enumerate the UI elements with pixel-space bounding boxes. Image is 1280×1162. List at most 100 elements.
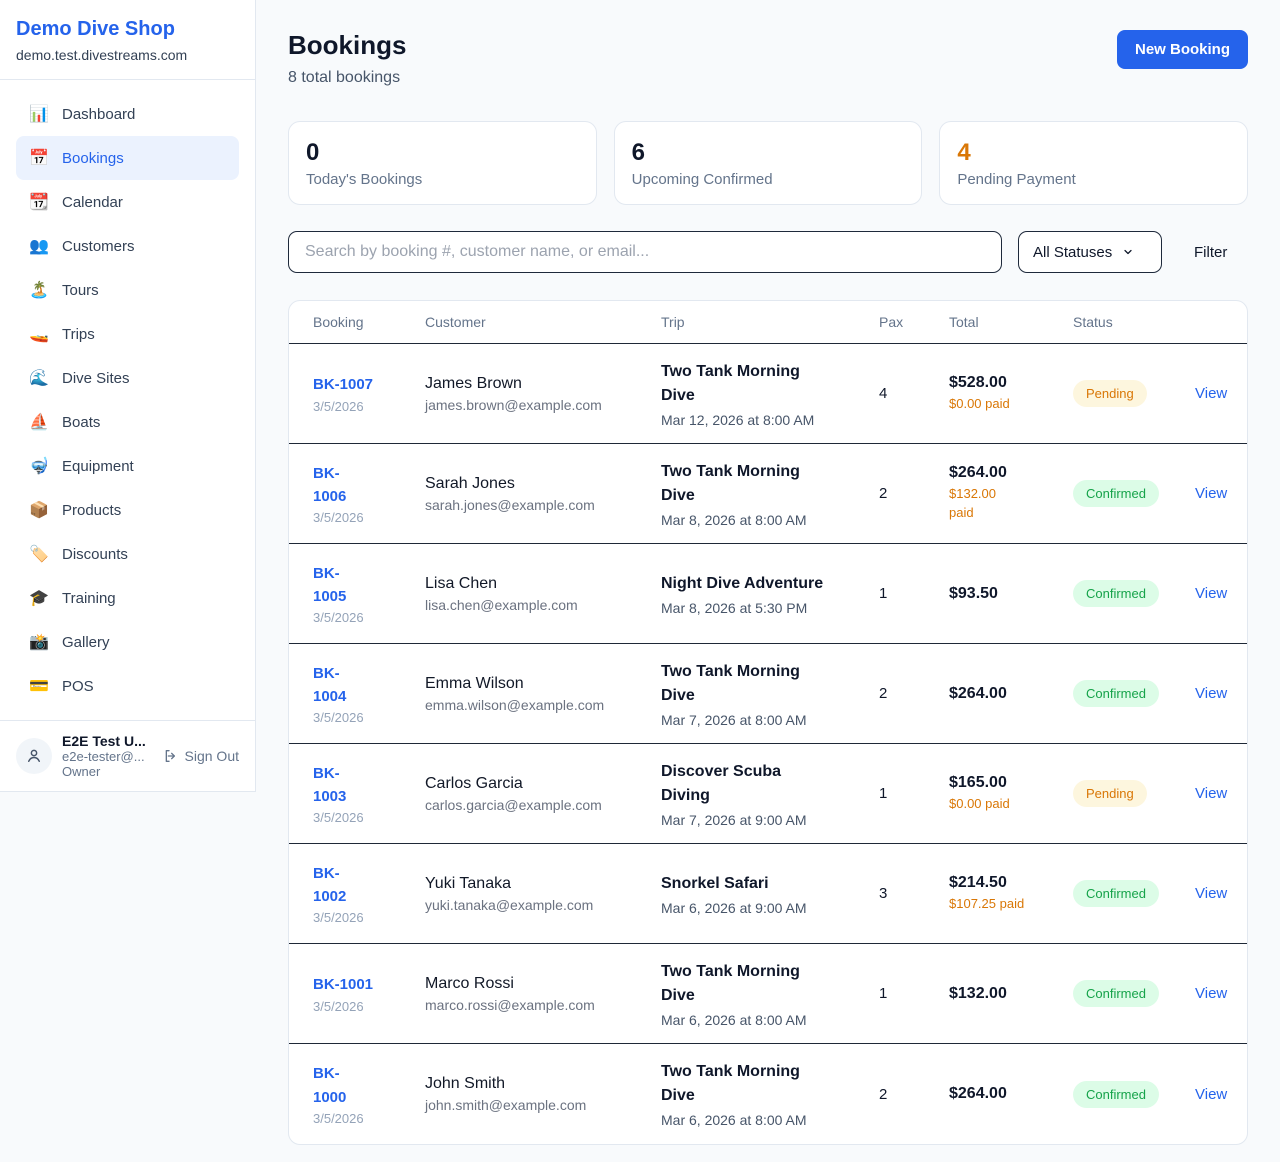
table-header-row: Booking Customer Trip Pax Total Status <box>289 301 1247 344</box>
sidebar-item-label: Dive Sites <box>62 370 130 387</box>
customer-email: yuki.tanaka@example.com <box>425 897 661 913</box>
pax-count: 1 <box>879 785 949 802</box>
island-icon: 🏝️ <box>28 280 50 300</box>
sidebar-item-equipment[interactable]: 🤿 Equipment <box>16 444 239 488</box>
stat-label: Pending Payment <box>957 171 1230 188</box>
stat-label: Upcoming Confirmed <box>632 171 905 188</box>
status-filter-select[interactable]: All Statuses <box>1018 231 1162 273</box>
sidebar-item-label: Boats <box>62 414 100 431</box>
filter-button[interactable]: Filter <box>1194 244 1227 261</box>
status-badge: Confirmed <box>1073 1081 1159 1108</box>
customer-name: Carlos Garcia <box>425 775 661 793</box>
new-booking-button[interactable]: New Booking <box>1117 30 1248 69</box>
stat-value: 6 <box>632 139 905 167</box>
table-row: BK-1003 3/5/2026 Carlos Garcia carlos.ga… <box>289 744 1247 844</box>
sidebar-item-boats[interactable]: ⛵ Boats <box>16 400 239 444</box>
people-icon: 👥 <box>28 236 50 256</box>
sidebar-item-products[interactable]: 📦 Products <box>16 488 239 532</box>
sidebar: Demo Dive Shop demo.test.divestreams.com… <box>0 0 256 792</box>
booking-id-link[interactable]: BK-1004 <box>313 662 359 709</box>
sidebar-item-discounts[interactable]: 🏷️ Discounts <box>16 532 239 576</box>
booking-id-link[interactable]: BK-1000 <box>313 1062 359 1109</box>
total-amount: $528.00 <box>949 374 1073 392</box>
paid-amount: $0.00 paid <box>949 395 1073 414</box>
view-link[interactable]: View <box>1183 985 1227 1002</box>
booking-id-link[interactable]: BK-1007 <box>313 373 425 396</box>
sidebar-item-tours[interactable]: 🏝️ Tours <box>16 268 239 312</box>
column-header-trip: Trip <box>661 314 879 330</box>
customer-name: Sarah Jones <box>425 475 661 493</box>
view-link[interactable]: View <box>1183 485 1227 502</box>
view-link[interactable]: View <box>1183 885 1227 902</box>
total-amount: $165.00 <box>949 774 1073 792</box>
sidebar-item-calendar[interactable]: 📆 Calendar <box>16 180 239 224</box>
customer-name: Lisa Chen <box>425 575 661 593</box>
booking-id-link[interactable]: BK-1003 <box>313 762 359 809</box>
customer-email: sarah.jones@example.com <box>425 497 661 513</box>
sidebar-item-label: Gallery <box>62 634 110 651</box>
booking-id-link[interactable]: BK-1001 <box>313 973 425 996</box>
view-link[interactable]: View <box>1183 585 1227 602</box>
trip-name: Two Tank Morning Dive <box>661 460 829 508</box>
sign-out-label: Sign Out <box>185 748 239 764</box>
booking-id-link[interactable]: BK-1006 <box>313 462 359 509</box>
customer-name: John Smith <box>425 1075 661 1093</box>
user-role: Owner <box>62 764 153 779</box>
view-link[interactable]: View <box>1183 385 1227 402</box>
total-amount: $93.50 <box>949 585 1073 603</box>
sidebar-item-label: Tours <box>62 282 99 299</box>
trip-name: Snorkel Safari <box>661 872 829 896</box>
trip-name: Two Tank Morning Dive <box>661 1060 829 1108</box>
trip-name: Two Tank Morning Dive <box>661 660 829 708</box>
credit-card-icon: 💳 <box>28 676 50 696</box>
view-link[interactable]: View <box>1183 685 1227 702</box>
booking-date: 3/5/2026 <box>313 399 425 414</box>
shop-title: Demo Dive Shop <box>16 18 239 41</box>
sidebar-item-training[interactable]: 🎓 Training <box>16 576 239 620</box>
booking-id-link[interactable]: BK-1005 <box>313 562 359 609</box>
stat-card-pending-payment: 4 Pending Payment <box>939 121 1248 205</box>
customer-email: marco.rossi@example.com <box>425 997 661 1013</box>
customer-name: James Brown <box>425 375 661 393</box>
tag-icon: 🏷️ <box>28 544 50 564</box>
sidebar-item-label: Dashboard <box>62 106 135 123</box>
status-badge: Confirmed <box>1073 880 1159 907</box>
customer-name: Emma Wilson <box>425 675 661 693</box>
total-amount: $264.00 <box>949 464 1073 482</box>
stats-row: 0 Today's Bookings 6 Upcoming Confirmed … <box>288 121 1248 205</box>
booking-id-link[interactable]: BK-1002 <box>313 862 359 909</box>
status-badge: Confirmed <box>1073 980 1159 1007</box>
view-link[interactable]: View <box>1183 785 1227 802</box>
page-subtitle: 8 total bookings <box>288 69 406 87</box>
column-header-booking: Booking <box>313 314 425 330</box>
view-link[interactable]: View <box>1183 1086 1227 1103</box>
sidebar-item-customers[interactable]: 👥 Customers <box>16 224 239 268</box>
sidebar-item-trips[interactable]: 🚤 Trips <box>16 312 239 356</box>
trip-datetime: Mar 7, 2026 at 8:00 AM <box>661 712 879 728</box>
customer-email: john.smith@example.com <box>425 1097 661 1113</box>
sidebar-item-label: POS <box>62 678 94 695</box>
sidebar-item-label: Calendar <box>62 194 123 211</box>
pax-count: 2 <box>879 485 949 502</box>
search-input[interactable] <box>288 231 1002 273</box>
sign-out-button[interactable]: Sign Out <box>163 748 239 764</box>
trip-datetime: Mar 6, 2026 at 8:00 AM <box>661 1112 879 1128</box>
status-badge: Confirmed <box>1073 480 1159 507</box>
trip-datetime: Mar 7, 2026 at 9:00 AM <box>661 812 879 828</box>
sidebar-header: Demo Dive Shop demo.test.divestreams.com <box>0 0 255 80</box>
bar-chart-icon: 📊 <box>28 104 50 124</box>
sidebar-item-bookings[interactable]: 📅 Bookings <box>16 136 239 180</box>
user-email: e2e-tester@... <box>62 749 153 764</box>
table-row: BK-1000 3/5/2026 John Smith john.smith@e… <box>289 1044 1247 1144</box>
trip-name: Two Tank Morning Dive <box>661 360 829 408</box>
customer-email: lisa.chen@example.com <box>425 597 661 613</box>
booking-date: 3/5/2026 <box>313 999 425 1014</box>
sidebar-item-gallery[interactable]: 📸 Gallery <box>16 620 239 664</box>
sidebar-item-pos[interactable]: 💳 POS <box>16 664 239 708</box>
page-header: Bookings 8 total bookings New Booking <box>288 30 1248 87</box>
page-title: Bookings <box>288 30 406 61</box>
pax-count: 1 <box>879 985 949 1002</box>
sidebar-item-dashboard[interactable]: 📊 Dashboard <box>16 92 239 136</box>
sidebar-item-dive-sites[interactable]: 🌊 Dive Sites <box>16 356 239 400</box>
chevron-down-icon <box>1122 246 1134 258</box>
